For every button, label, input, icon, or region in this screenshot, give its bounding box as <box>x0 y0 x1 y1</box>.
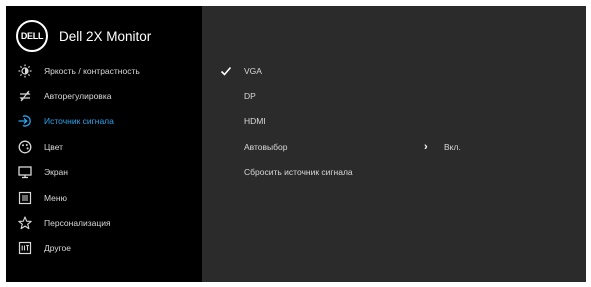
star-icon <box>18 216 32 230</box>
submenu-item-dp[interactable]: DP <box>202 83 586 108</box>
menu-item-other[interactable]: Другое <box>6 236 202 261</box>
chevron-right-icon: › <box>424 140 428 153</box>
dell-logo: DELL <box>16 20 48 52</box>
menu-icon <box>18 191 32 205</box>
submenu-item-label: HDMI <box>244 116 266 127</box>
other-icon <box>18 241 32 255</box>
submenu-item-vga[interactable]: VGA <box>202 58 586 83</box>
auto-select-value: Вкл. <box>444 141 461 152</box>
menu-item-label: Авторегулировка <box>44 91 112 102</box>
menu-item-brightness-contrast[interactable]: Яркость / контрастность <box>6 58 202 83</box>
menu-item-label: Цвет <box>44 141 64 152</box>
input-source-icon <box>18 114 32 128</box>
auto-adjust-icon <box>18 89 32 103</box>
display-icon <box>18 165 32 179</box>
submenu-item-label: VGA <box>244 65 262 76</box>
submenu-panel: VGA DP HDMI Автовыбор › Вкл. Сбросить ис… <box>202 6 586 282</box>
checkmark-icon <box>220 65 232 77</box>
menu-item-label: Экран <box>44 167 68 178</box>
submenu-item-label: DP <box>244 91 256 102</box>
menu-item-input-source[interactable]: Источник сигнала <box>6 109 202 134</box>
submenu-item-label: Автовыбор <box>244 141 288 152</box>
color-icon <box>18 140 32 154</box>
monitor-title: Dell 2X Monitor <box>59 28 152 44</box>
menu-item-color[interactable]: Цвет <box>6 134 202 159</box>
monitor-osd: DELL Dell 2X Monitor Яркость / контрастн… <box>6 6 586 282</box>
main-menu: Яркость / контрастность Авторегулировка <box>6 58 202 261</box>
input-source-submenu: VGA DP HDMI Автовыбор › Вкл. Сбросить ис… <box>202 58 586 185</box>
main-menu-panel: DELL Dell 2X Monitor Яркость / контрастн… <box>6 6 202 282</box>
menu-item-display[interactable]: Экран <box>6 160 202 185</box>
menu-item-menu[interactable]: Меню <box>6 185 202 210</box>
menu-item-label: Другое <box>44 243 72 254</box>
submenu-item-reset-input-source[interactable]: Сбросить источник сигнала <box>202 160 586 185</box>
menu-item-label: Меню <box>44 192 67 203</box>
submenu-item-auto-select[interactable]: Автовыбор › Вкл. <box>202 134 586 159</box>
menu-item-label: Источник сигнала <box>44 116 114 127</box>
menu-item-auto-adjust[interactable]: Авторегулировка <box>6 83 202 108</box>
osd-header: DELL Dell 2X Monitor <box>16 20 151 52</box>
menu-item-label: Персонализация <box>44 218 111 229</box>
submenu-item-hdmi[interactable]: HDMI <box>202 109 586 134</box>
menu-item-personalize[interactable]: Персонализация <box>6 210 202 235</box>
brightness-icon <box>18 64 32 78</box>
menu-item-label: Яркость / контрастность <box>44 65 140 76</box>
submenu-item-label: Сбросить источник сигнала <box>244 167 353 178</box>
